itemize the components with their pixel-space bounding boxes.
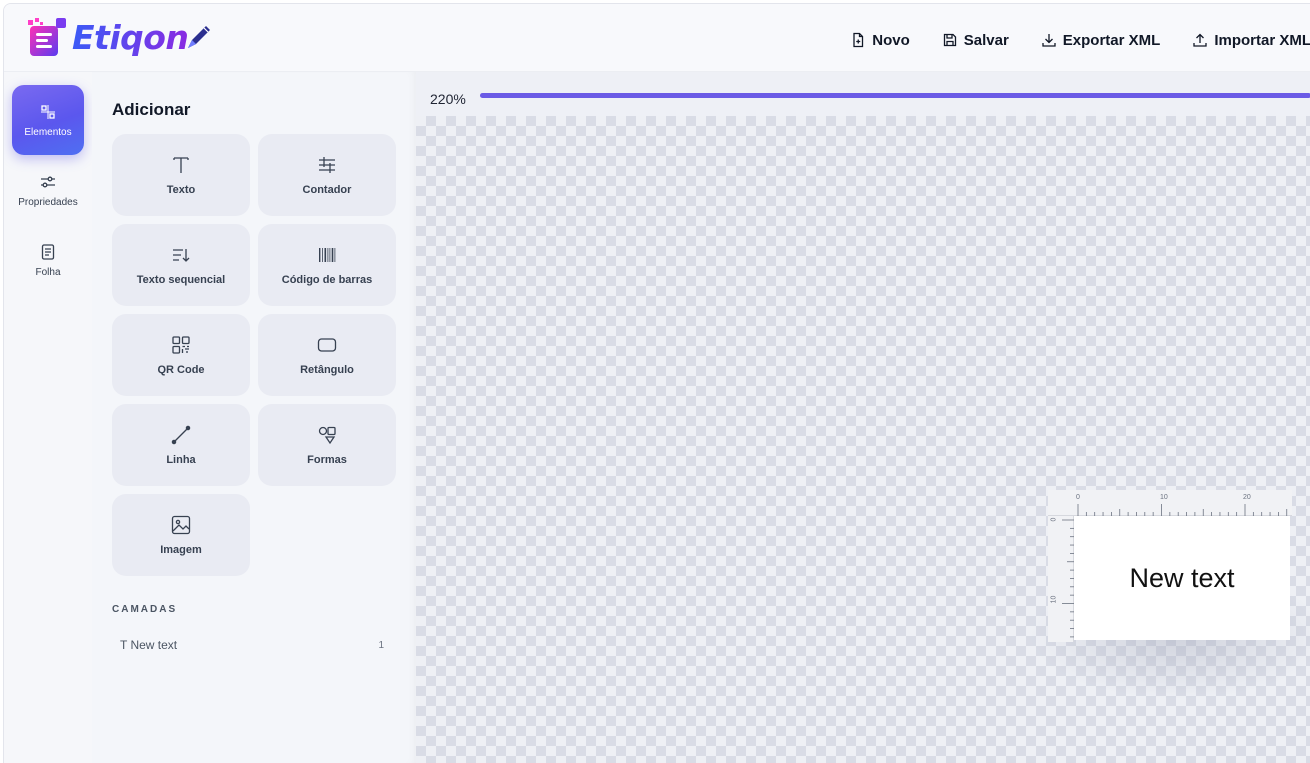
import-xml-button[interactable]: Importar XML [1192, 32, 1310, 49]
tile-text[interactable]: Texto [112, 134, 250, 216]
line-icon [171, 425, 191, 445]
tile-shapes[interactable]: Formas [258, 404, 396, 486]
shapes-icon [318, 426, 336, 445]
ruler-vertical-ticks [1062, 519, 1074, 638]
layer-item-count: 1 [378, 639, 384, 651]
download-icon [1042, 34, 1056, 47]
app-logo[interactable]: Etiqon [26, 14, 214, 62]
canvas-area: 220% 0 10 20 0 10 New text [416, 72, 1310, 763]
top-bar: Etiqon Novo Salvar Exportar XML Importar… [4, 4, 1310, 72]
text-element[interactable]: New text [1129, 563, 1234, 594]
file-plus-icon [853, 32, 864, 48]
zoom-level: 220% [430, 91, 466, 107]
save-button[interactable]: Salvar [942, 32, 1009, 49]
sequential-text-icon [173, 249, 190, 262]
new-button[interactable]: Novo [850, 32, 910, 49]
header-actions: Novo Salvar Exportar XML Importar XML [818, 28, 1310, 52]
rail-item-elements[interactable]: Elementos [12, 85, 84, 155]
layers-title: CAMADAS [112, 604, 178, 615]
app-window: Etiqon Novo Salvar Exportar XML Importar… [3, 3, 1310, 763]
tile-image[interactable]: Imagem [112, 494, 250, 576]
ruler-horizontal-ticks [1077, 504, 1288, 516]
tile-qr-code[interactable]: QR Code [112, 314, 250, 396]
panel-title: Adicionar [112, 100, 191, 119]
text-icon [173, 157, 189, 173]
save-icon [943, 33, 956, 47]
zoom-slider-fill [480, 93, 1310, 98]
counter-icon [319, 157, 335, 173]
rail-item-properties[interactable]: Propriedades [12, 155, 84, 225]
logo-mark-icon [28, 18, 66, 56]
label-canvas[interactable]: New text [1074, 516, 1290, 640]
layer-item[interactable]: T New text 1 [110, 634, 392, 656]
ruler-left-mark-10: 10 [1050, 595, 1058, 604]
zoom-slider[interactable] [480, 93, 1310, 98]
tile-sequential-text[interactable]: Texto sequencial [112, 224, 250, 306]
ruler-top-mark-20: 20 [1243, 494, 1251, 501]
ruler-horizontal: 0 10 20 [1048, 490, 1292, 516]
barcode-icon [319, 248, 336, 262]
tile-barcode[interactable]: Código de barras [258, 224, 396, 306]
design-canvas[interactable]: 0 10 20 0 10 New text [416, 116, 1310, 763]
tile-rectangle[interactable]: Retângulo [258, 314, 396, 396]
ruler-top-mark-0: 0 [1076, 494, 1080, 501]
logo-wordmark: Etiqon [72, 16, 189, 60]
zoom-bar: 220% [416, 72, 1310, 116]
pen-icon [188, 26, 211, 48]
layer-item-label: T New text [120, 638, 178, 652]
qr-code-icon [172, 336, 190, 354]
upload-icon [1193, 33, 1207, 47]
left-rail: Elementos Propriedades Folha [4, 72, 92, 763]
sliders-icon [41, 176, 55, 187]
rectangle-icon [317, 338, 337, 352]
tile-line[interactable]: Linha [112, 404, 250, 486]
tile-counter[interactable]: Contador [258, 134, 396, 216]
label-sheet: 0 10 20 0 10 New text [1028, 490, 1310, 700]
export-xml-button[interactable]: Exportar XML [1041, 32, 1160, 49]
ruler-top-mark-10: 10 [1160, 494, 1168, 501]
ruler-left-mark-0: 0 [1050, 517, 1058, 522]
ruler-vertical: 0 10 [1048, 516, 1074, 642]
image-icon [171, 515, 191, 535]
add-panel: Adicionar Texto Contador Texto sequencia… [92, 72, 416, 763]
elements-icon [41, 104, 55, 119]
rail-item-sheet[interactable]: Folha [12, 225, 84, 295]
sheet-icon [41, 243, 55, 260]
